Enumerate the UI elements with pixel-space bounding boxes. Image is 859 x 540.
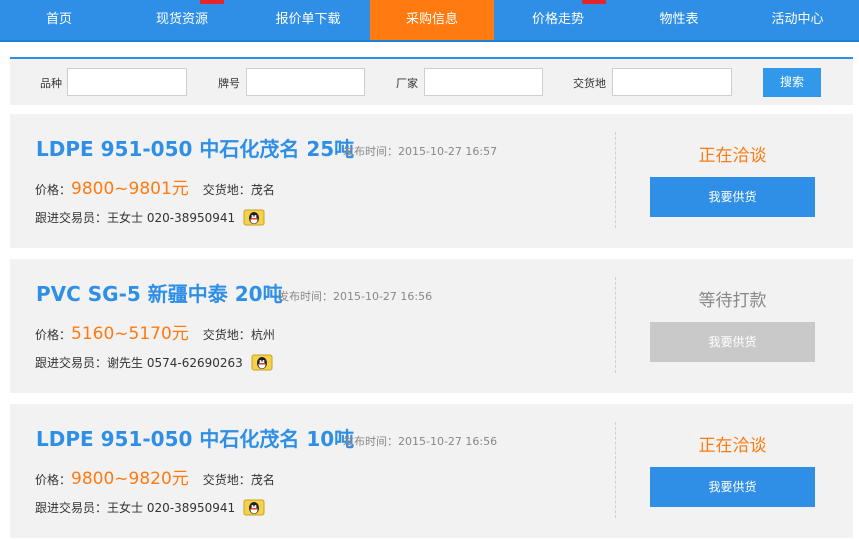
delivery-input[interactable] <box>612 68 732 96</box>
trader-line: 跟进交易员：王女士 020-38950941 <box>35 208 265 229</box>
trader-contact: 王女士 020-38950941 <box>107 501 236 515</box>
delivery-label: 交货地 <box>573 77 606 90</box>
status-label: 正在洽谈 <box>698 436 767 456</box>
listing-card: LDPE 951-050 中石化茂名 25吨 发布时间：2015-10-27 1… <box>10 114 853 248</box>
supply-button[interactable]: 我要供货 <box>650 322 815 362</box>
qq-chat-icon[interactable] <box>243 498 265 519</box>
price-value: 9800~9801元 <box>71 179 189 199</box>
new-badge-icon <box>582 0 606 4</box>
supply-button[interactable]: 我要供货 <box>650 177 815 217</box>
trader-contact: 王女士 020-38950941 <box>107 211 236 225</box>
qq-chat-icon[interactable] <box>243 208 265 229</box>
price-label: 价格： <box>35 328 72 342</box>
listing-title[interactable]: LDPE 951-050 中石化茂名 25吨 <box>36 133 354 162</box>
price-value: 5160~5170元 <box>71 324 189 344</box>
delivery-place-value: 杭州 <box>250 328 275 342</box>
publish-time: 发布时间：2015-10-27 16:57 <box>343 145 498 158</box>
listing-card: PVC SG-5 新疆中泰 20吨 发布时间：2015-10-27 16:56 … <box>10 259 853 393</box>
delivery-place-label: 交货地： <box>202 328 251 342</box>
nav-item-purchase-info[interactable]: 采购信息 <box>370 0 494 40</box>
hot-badge-icon <box>200 0 224 4</box>
search-bar: 品种 牌号 厂家 交货地 搜索 <box>10 57 853 105</box>
card-divider <box>615 132 616 228</box>
trader-label: 跟进交易员： <box>35 501 108 515</box>
trader-label: 跟进交易员： <box>35 211 108 225</box>
delivery-place-label: 交货地： <box>202 183 251 197</box>
listing-card: LDPE 951-050 中石化茂名 10吨 发布时间：2015-10-27 1… <box>10 404 853 538</box>
card-divider <box>615 277 616 373</box>
publish-time: 发布时间：2015-10-27 16:56 <box>278 290 433 303</box>
brand-label: 牌号 <box>218 77 240 90</box>
brand-input[interactable] <box>246 68 365 96</box>
price-value: 9800~9820元 <box>71 469 189 489</box>
price-line: 价格：9800~9801元 交货地：茂名 <box>35 174 275 199</box>
price-label: 价格： <box>35 183 72 197</box>
nav-item-property-table[interactable]: 物性表 <box>622 0 736 40</box>
price-line: 价格：5160~5170元 交货地：杭州 <box>35 319 275 344</box>
publish-time: 发布时间：2015-10-27 16:56 <box>343 435 498 448</box>
maker-input[interactable] <box>424 68 543 96</box>
search-button[interactable]: 搜索 <box>763 68 821 97</box>
trader-line: 跟进交易员：谢先生 0574-62690263 <box>35 353 273 374</box>
top-nav: 首页 现货资源 报价单下载 采购信息 价格走势 物性表 活动中心 <box>0 0 859 40</box>
trader-label: 跟进交易员： <box>35 356 108 370</box>
qq-chat-icon[interactable] <box>251 353 273 374</box>
nav-underline <box>0 40 859 42</box>
nav-item-label: 现货资源 <box>155 12 208 27</box>
maker-label: 厂家 <box>396 77 418 90</box>
price-label: 价格： <box>35 473 72 487</box>
supply-button[interactable]: 我要供货 <box>650 467 815 507</box>
status-label: 正在洽谈 <box>698 146 767 166</box>
delivery-place-label: 交货地： <box>202 473 251 487</box>
card-divider <box>615 422 616 518</box>
nav-item-quote-download[interactable]: 报价单下载 <box>246 0 370 40</box>
nav-item-spot-resources[interactable]: 现货资源 <box>118 0 246 40</box>
variety-label: 品种 <box>40 77 62 90</box>
trader-line: 跟进交易员：王女士 020-38950941 <box>35 498 265 519</box>
nav-item-price-trend[interactable]: 价格走势 <box>494 0 622 40</box>
price-line: 价格：9800~9820元 交货地：茂名 <box>35 464 275 489</box>
nav-item-home[interactable]: 首页 <box>0 0 118 40</box>
variety-input[interactable] <box>67 68 187 96</box>
delivery-place-value: 茂名 <box>250 183 275 197</box>
nav-item-label: 价格走势 <box>531 12 584 27</box>
trader-contact: 谢先生 0574-62690263 <box>107 356 243 370</box>
listing-title[interactable]: PVC SG-5 新疆中泰 20吨 <box>36 278 283 307</box>
listing-title[interactable]: LDPE 951-050 中石化茂名 10吨 <box>36 423 354 452</box>
status-label: 等待打款 <box>698 291 767 311</box>
delivery-place-value: 茂名 <box>250 473 275 487</box>
nav-item-events[interactable]: 活动中心 <box>736 0 859 40</box>
